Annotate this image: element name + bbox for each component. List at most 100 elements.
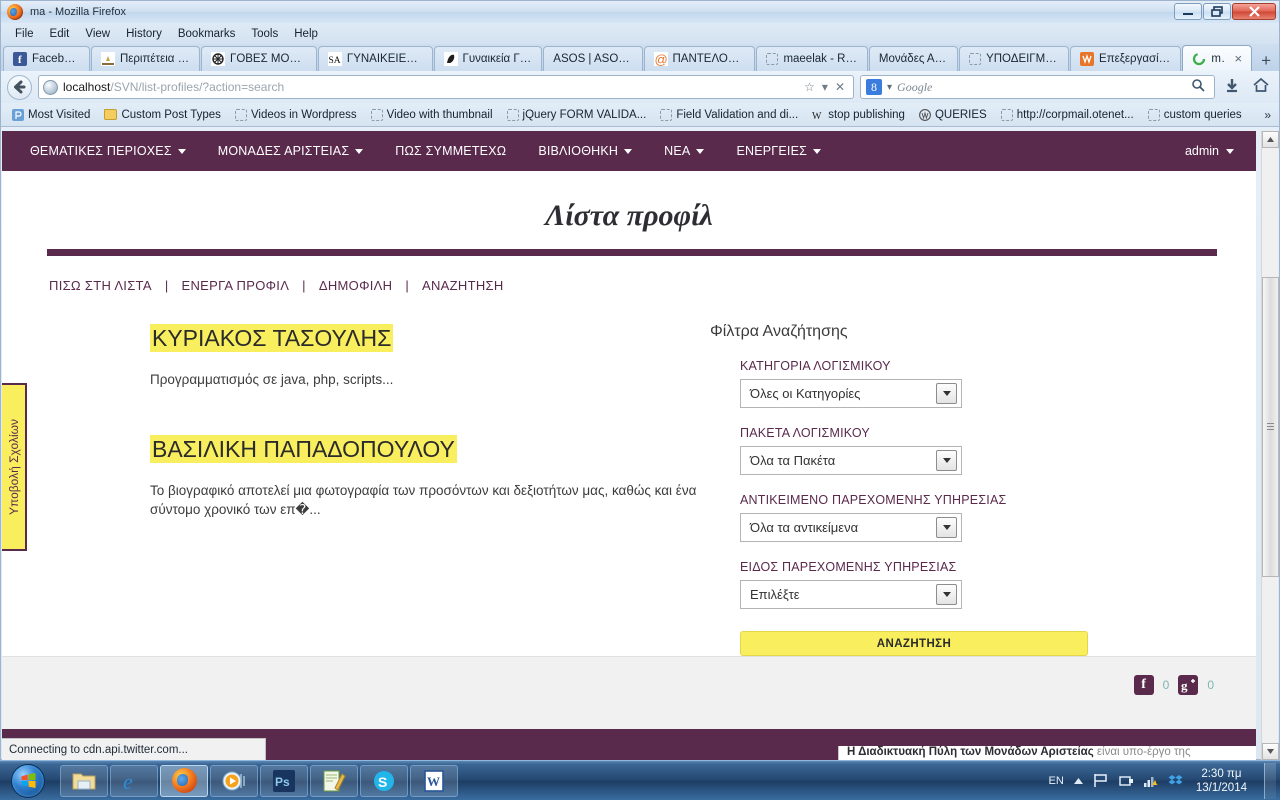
downloads-icon[interactable] bbox=[1221, 78, 1243, 96]
service-object-select[interactable]: Όλα τα αντικείμενα bbox=[740, 513, 962, 542]
category-select[interactable]: Όλες οι Κατηγορίες bbox=[740, 379, 962, 408]
bookmark-jquery-form-valida[interactable]: jQuery FORM VALIDA... bbox=[500, 108, 654, 121]
packages-select[interactable]: Όλα τα Πακέτα bbox=[740, 446, 962, 475]
profile-list: ΚΥΡΙΑΚΟΣ ΤΑΣΟΥΛΗΣ Προγραμματισμός σε jav… bbox=[2, 323, 702, 656]
minimize-button[interactable] bbox=[1174, 3, 1202, 20]
bookmark-label: custom queries bbox=[1163, 108, 1242, 121]
nav-pos-symmetexo[interactable]: ΠΩΣ ΣΥΜΜΕΤΕΧΩ bbox=[379, 144, 522, 158]
menu-bookmarks[interactable]: Bookmarks bbox=[170, 26, 244, 42]
page-scrollbar[interactable] bbox=[1261, 131, 1279, 760]
bookmark-queries[interactable]: QUERIES bbox=[912, 109, 994, 121]
back-button[interactable] bbox=[7, 74, 32, 100]
taskbar-word[interactable]: W bbox=[410, 764, 458, 797]
google-plus-icon[interactable]: g bbox=[1178, 675, 1199, 695]
profile-name-link[interactable]: ΚΥΡΙΑΚΟΣ ΤΑΣΟΥΛΗΣ bbox=[150, 324, 394, 352]
taskbar-notepadpp[interactable] bbox=[310, 764, 358, 797]
most-visited-icon bbox=[12, 108, 24, 121]
taskbar-skype[interactable]: S bbox=[360, 764, 408, 797]
bookmark-stop-publishing[interactable]: W stop publishing bbox=[805, 109, 912, 121]
taskbar-internet-explorer[interactable]: e bbox=[110, 764, 158, 797]
feedback-tab[interactable]: Υποβολή Σχολίων bbox=[2, 383, 27, 551]
tab-maeelak[interactable]: maeelak - Re... bbox=[756, 46, 868, 71]
bookmark-custom-post-types[interactable]: Custom Post Types bbox=[97, 109, 228, 121]
chevron-down-icon[interactable] bbox=[936, 383, 957, 404]
firefox-logo-icon bbox=[7, 4, 23, 20]
title-bar: ma - Mozilla Firefox bbox=[1, 1, 1279, 23]
maximize-button[interactable] bbox=[1203, 3, 1231, 20]
nav-thematikes-perioxes[interactable]: ΘΕΜΑΤΙΚΕΣ ΠΕΡΙΟΧΕΣ bbox=[14, 144, 202, 158]
show-hidden-icons-icon[interactable] bbox=[1073, 777, 1084, 785]
bookmark-video-with-thumbnail[interactable]: Video with thumbnail bbox=[364, 108, 500, 121]
tab-peripeteia[interactable]: Περιπέτεια | ... bbox=[90, 46, 200, 71]
subnav-separator: | bbox=[405, 278, 410, 293]
clock[interactable]: 2:30 πμ 13/1/2014 bbox=[1192, 767, 1251, 795]
search-bar[interactable]: 8 ▾ Google bbox=[860, 75, 1215, 99]
nav-user-menu[interactable]: admin bbox=[1185, 144, 1256, 158]
network-icon[interactable] bbox=[1143, 773, 1159, 788]
subnav-energa-profil[interactable]: ΕΝΕΡΓΑ ΠΡΟΦΙΛ bbox=[182, 278, 290, 293]
profile-name-link[interactable]: ΒΑΣΙΛΙΚΗ ΠΑΠΑΔΟΠΟΥΛΟΥ bbox=[150, 434, 457, 463]
address-bar[interactable]: localhost/SVN/list-profiles/?action=sear… bbox=[38, 75, 854, 99]
subnav-dimofili[interactable]: ΔΗΜΟΦΙΛΗ bbox=[319, 278, 392, 293]
start-button[interactable] bbox=[2, 762, 54, 800]
search-submit-button[interactable]: ΑΝΑΖΗΤΗΣΗ bbox=[740, 631, 1088, 656]
taskbar-explorer[interactable] bbox=[60, 764, 108, 797]
dropbox-icon[interactable] bbox=[1168, 773, 1183, 788]
bookmark-star-icon[interactable]: ☆ bbox=[804, 80, 815, 94]
menu-file[interactable]: File bbox=[7, 26, 42, 42]
subnav-piso-sti-lista[interactable]: ΠΙΣΩ ΣΤΗ ΛΙΣΤΑ bbox=[49, 278, 152, 293]
new-tab-button[interactable]: + bbox=[1253, 52, 1279, 71]
show-desktop-button[interactable] bbox=[1264, 762, 1276, 799]
bookmark-custom-queries[interactable]: custom queries bbox=[1141, 108, 1249, 121]
stop-icon[interactable]: ✕ bbox=[835, 80, 845, 94]
chevron-down-icon[interactable]: ▾ bbox=[822, 80, 828, 94]
home-icon[interactable] bbox=[1249, 77, 1273, 96]
facebook-icon[interactable]: f bbox=[1133, 675, 1154, 695]
tab-epexergasia[interactable]: Επεξεργασία... bbox=[1070, 46, 1182, 71]
bookmarks-overflow-icon[interactable]: » bbox=[1264, 108, 1275, 122]
chevron-down-icon[interactable]: ▾ bbox=[887, 82, 892, 93]
tab-ma-active[interactable]: ma × bbox=[1182, 45, 1253, 71]
tab-label: Γυναικεία Γό... bbox=[462, 53, 533, 65]
nav-monades-aristeias[interactable]: ΜΟΝΑΔΕΣ ΑΡΙΣΤΕΙΑΣ bbox=[202, 144, 379, 158]
chevron-down-icon[interactable] bbox=[936, 517, 957, 538]
bookmark-field-validation[interactable]: Field Validation and di... bbox=[653, 108, 805, 121]
menu-edit[interactable]: Edit bbox=[42, 26, 78, 42]
service-type-select[interactable]: Επιλέξτε bbox=[740, 580, 962, 609]
taskbar-firefox[interactable] bbox=[160, 764, 208, 797]
scroll-up-button[interactable] bbox=[1262, 131, 1279, 148]
bookmark-most-visited[interactable]: Most Visited bbox=[5, 108, 97, 121]
menu-help[interactable]: Help bbox=[286, 26, 326, 42]
nav-label: ΒΙΒΛΙΟΘΗΚΗ bbox=[538, 144, 619, 158]
search-icon[interactable] bbox=[1191, 78, 1209, 97]
taskbar-photoshop[interactable]: Ps bbox=[260, 764, 308, 797]
tab-asos[interactable]: ASOS | ASOS... bbox=[543, 46, 643, 71]
tab-gynaikeies[interactable]: SA ΓΥΝΑΙΚΕΙΕΣ ... bbox=[317, 46, 433, 71]
menu-history[interactable]: History bbox=[118, 26, 170, 42]
tab-panteloni[interactable]: @ ΠΑΝΤΕΛΟΝΙ... bbox=[643, 46, 756, 71]
removable-media-icon[interactable] bbox=[1118, 773, 1134, 788]
search-engine-icon[interactable]: 8 bbox=[866, 79, 882, 95]
chevron-down-icon[interactable] bbox=[936, 584, 957, 605]
scroll-down-button[interactable] bbox=[1262, 743, 1279, 760]
menu-view[interactable]: View bbox=[77, 26, 118, 42]
search-placeholder: Google bbox=[897, 79, 933, 94]
nav-nea[interactable]: ΝΕΑ bbox=[648, 144, 720, 158]
nav-energeies[interactable]: ΕΝΕΡΓΕΙΕΣ bbox=[720, 144, 837, 158]
tab-goves-mod[interactable]: ΓΟΒΕΣ MOD:... bbox=[200, 46, 317, 71]
tab-ypodeigma[interactable]: ΥΠΟΔΕΙΓΜΑ... bbox=[959, 46, 1070, 71]
nav-vivliothiki[interactable]: ΒΙΒΛΙΟΘΗΚΗ bbox=[522, 144, 648, 158]
tab-gynaikeia-go[interactable]: Γυναικεία Γό... bbox=[433, 46, 543, 71]
action-center-flag-icon[interactable] bbox=[1093, 773, 1109, 788]
taskbar-media-player[interactable] bbox=[210, 764, 258, 797]
tab-close-icon[interactable]: × bbox=[1234, 51, 1242, 66]
close-button[interactable] bbox=[1232, 3, 1276, 20]
menu-tools[interactable]: Tools bbox=[243, 26, 286, 42]
bookmark-corpmail[interactable]: http://corpmail.otenet... bbox=[994, 108, 1141, 121]
bookmark-videos-in-wordpress[interactable]: Videos in Wordpress bbox=[228, 108, 364, 121]
tab-facebook[interactable]: f Facebook bbox=[3, 46, 90, 71]
tab-monades[interactable]: Μονάδες Αρ... bbox=[868, 46, 959, 71]
chevron-down-icon[interactable] bbox=[936, 450, 957, 471]
subnav-anazitisi[interactable]: ΑΝΑΖΗΤΗΣΗ bbox=[422, 278, 504, 293]
tray-language[interactable]: EN bbox=[1049, 775, 1064, 787]
